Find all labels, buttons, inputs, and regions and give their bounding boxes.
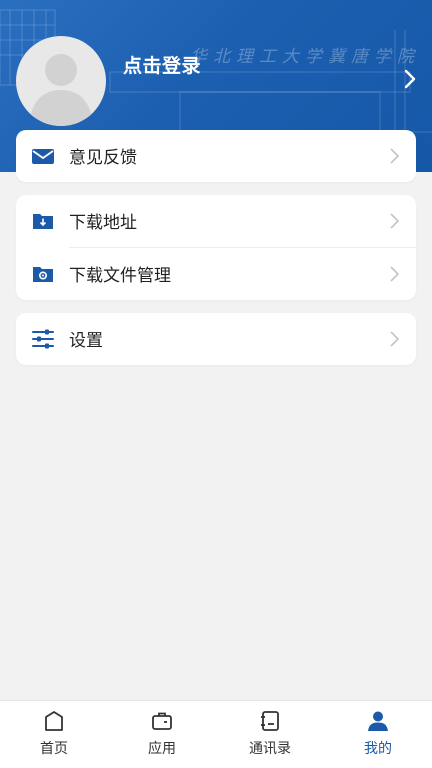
default-avatar-icon bbox=[29, 54, 93, 126]
tab-label: 通讯录 bbox=[249, 741, 291, 757]
home-icon bbox=[45, 711, 63, 731]
chevron-right-icon[interactable] bbox=[401, 68, 419, 90]
menu-item-label: 设置 bbox=[69, 331, 103, 351]
tab-mine[interactable]: 我的 bbox=[324, 701, 432, 768]
menu-item-label: 下载文件管理 bbox=[69, 266, 171, 286]
avatar[interactable] bbox=[16, 36, 106, 126]
menu-item-label: 下载地址 bbox=[69, 213, 137, 233]
download-folder-icon bbox=[33, 214, 53, 229]
mail-icon bbox=[32, 149, 54, 164]
sliders-icon bbox=[32, 329, 54, 349]
header-watermark-text: 华北理工大学冀唐学院 bbox=[190, 47, 420, 67]
menu-item-feedback[interactable]: 意见反馈 bbox=[16, 130, 416, 182]
tab-home[interactable]: 首页 bbox=[0, 701, 108, 768]
menu-item-label: 意见反馈 bbox=[69, 148, 137, 168]
folder-settings-icon bbox=[33, 267, 53, 282]
feedback-card: 意见反馈 bbox=[16, 130, 416, 182]
login-link[interactable]: 点击登录 bbox=[123, 51, 201, 78]
chevron-right-icon bbox=[390, 148, 400, 164]
chevron-right-icon bbox=[390, 266, 400, 282]
download-card: 下载地址 下载文件管理 bbox=[16, 195, 416, 300]
tab-label: 首页 bbox=[40, 741, 68, 757]
briefcase-icon bbox=[152, 712, 172, 730]
tab-label: 我的 bbox=[364, 741, 392, 757]
chevron-right-icon bbox=[390, 213, 400, 229]
menu-item-download-address[interactable]: 下载地址 bbox=[16, 195, 416, 248]
contacts-book-icon bbox=[261, 711, 279, 731]
settings-card: 设置 bbox=[16, 313, 416, 365]
person-icon bbox=[368, 711, 388, 731]
tab-apps[interactable]: 应用 bbox=[108, 701, 216, 768]
chevron-right-icon bbox=[390, 331, 400, 347]
tab-label: 应用 bbox=[148, 741, 176, 757]
bottom-tab-bar: 首页 应用 通讯录 我的 bbox=[0, 700, 432, 768]
menu-item-download-file-management[interactable]: 下载文件管理 bbox=[16, 248, 416, 300]
tab-contacts[interactable]: 通讯录 bbox=[216, 701, 324, 768]
menu-item-settings[interactable]: 设置 bbox=[16, 313, 416, 365]
